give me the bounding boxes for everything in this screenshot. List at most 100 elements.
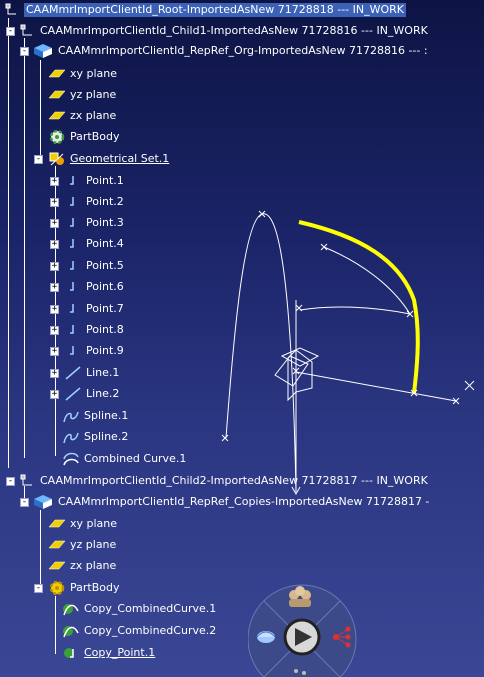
tree-node-label: zx plane: [70, 559, 117, 572]
expand-toggle[interactable]: +: [50, 305, 59, 314]
tree-node-point-2[interactable]: + Point.2: [48, 193, 124, 211]
tree-node-label: CAAMmrImportClientId_Root-ImportedAsNew …: [24, 3, 406, 17]
tree-node-geometrical-set[interactable]: - Geometrical Set.1: [32, 150, 169, 168]
axis-system-icon: [274, 347, 320, 402]
tree-node-repref-copies[interactable]: - CAAMmrImportClientId_RepRef_Copies-Imp…: [18, 493, 429, 511]
spline-icon: [62, 408, 80, 424]
expand-toggle[interactable]: +: [50, 240, 59, 249]
tree-node-point-4[interactable]: + Point.4: [48, 235, 124, 253]
spline-1-curve: [225, 213, 297, 493]
tree-node-point-8[interactable]: + Point.8: [48, 321, 124, 339]
tree-node-point-9[interactable]: + Point.9: [48, 342, 124, 360]
tree-node-label: Point.3: [86, 216, 124, 229]
collapse-toggle[interactable]: -: [34, 155, 43, 164]
tree-node-label: yz plane: [70, 538, 117, 551]
tree-node-combined-curve-1[interactable]: Combined Curve.1: [62, 450, 186, 468]
point-icon: [64, 322, 82, 338]
expand-toggle[interactable]: +: [50, 390, 59, 399]
point-marker: [295, 304, 303, 312]
tree-node-label: Point.7: [86, 302, 124, 315]
tree-node-copy-combinedcurve-2[interactable]: Copy_CombinedCurve.2: [62, 622, 216, 640]
tree-node-label: Point.8: [86, 323, 124, 336]
tree-node-point-1[interactable]: + Point.1: [48, 172, 124, 190]
collapse-toggle[interactable]: -: [20, 47, 29, 56]
tree-node-xy-plane-2[interactable]: xy plane: [48, 515, 117, 533]
product-icon: [2, 2, 20, 18]
tree-node-point-7[interactable]: + Point.7: [48, 300, 124, 318]
tree-node-label: Geometrical Set.1: [70, 152, 170, 165]
tree-node-label: Spline.1: [84, 409, 129, 422]
tree-node-xy-plane[interactable]: xy plane: [48, 65, 117, 83]
collapse-toggle[interactable]: -: [6, 27, 15, 36]
tree-node-label: PartBody: [70, 130, 120, 143]
tree-node-zx-plane[interactable]: zx plane: [48, 107, 116, 125]
point-icon: [64, 258, 82, 274]
tree-node-label: Point.1: [86, 174, 124, 187]
expand-toggle[interactable]: +: [50, 198, 59, 207]
tree-node-partbody[interactable]: PartBody: [48, 128, 119, 146]
plane-icon: [48, 66, 66, 82]
point-icon: [64, 279, 82, 295]
tree-node-label: Copy_CombinedCurve.2: [84, 624, 217, 637]
play-button: [283, 618, 321, 656]
tree-node-label: zx plane: [70, 109, 117, 122]
line-2-curve: [299, 306, 411, 315]
tree-node-child2[interactable]: - CAAMmrImportClientId_Child2-ImportedAs…: [2, 472, 428, 490]
combined-curve-icon: [62, 451, 80, 467]
point-marker: [464, 380, 475, 391]
geometrical-set-icon: [48, 151, 66, 167]
point-icon: [64, 173, 82, 189]
expand-toggle[interactable]: +: [50, 347, 59, 356]
tree-node-label: Point.6: [86, 280, 124, 293]
tree-node-copy-combinedcurve-1[interactable]: Copy_CombinedCurve.1: [62, 600, 216, 618]
tree-node-line-1[interactable]: + Line.1: [48, 364, 119, 382]
collapse-toggle[interactable]: -: [20, 498, 29, 507]
tree-node-partbody-2[interactable]: - PartBody: [32, 579, 119, 597]
copy-curve-icon: [62, 601, 80, 617]
tree-node-label: Point.2: [86, 195, 124, 208]
part-icon: [32, 43, 54, 59]
3d-viewport[interactable]: CAAMmrImportClientId_Root-ImportedAsNew …: [0, 0, 484, 677]
tree-node-repref-org[interactable]: - CAAMmrImportClientId_RepRef_Org-Import…: [18, 42, 428, 60]
tree-node-root[interactable]: CAAMmrImportClientId_Root-ImportedAsNew …: [2, 1, 406, 19]
tree-node-label: Line.1: [86, 366, 120, 379]
point-icon: [64, 215, 82, 231]
point-icon: [64, 194, 82, 210]
collapse-toggle[interactable]: -: [34, 584, 43, 593]
tree-node-label: yz plane: [70, 88, 117, 101]
plane-icon: [48, 516, 66, 532]
expand-toggle[interactable]: +: [50, 262, 59, 271]
point-marker: [221, 434, 229, 442]
tree-node-line-2[interactable]: + Line.2: [48, 385, 119, 403]
expand-toggle[interactable]: +: [50, 177, 59, 186]
tree-node-point-6[interactable]: + Point.6: [48, 278, 124, 296]
point-marker: [320, 243, 328, 251]
tree-node-point-5[interactable]: + Point.5: [48, 257, 124, 275]
tree-node-child1[interactable]: - CAAMmrImportClientId_Child1-ImportedAs…: [2, 22, 428, 40]
spline-icon: [62, 429, 80, 445]
tree-node-spline-1[interactable]: Spline.1: [62, 407, 128, 425]
collapse-toggle[interactable]: -: [6, 477, 15, 486]
tree-node-zx-plane-2[interactable]: zx plane: [48, 557, 116, 575]
tree-node-label: Combined Curve.1: [84, 452, 187, 465]
expand-toggle[interactable]: +: [50, 219, 59, 228]
partbody-gear-icon: [48, 129, 66, 145]
expand-toggle[interactable]: +: [50, 369, 59, 378]
copy-point-icon: [62, 645, 80, 661]
tree-node-yz-plane-2[interactable]: yz plane: [48, 536, 116, 554]
expand-toggle[interactable]: +: [50, 326, 59, 335]
line-icon: [64, 365, 82, 381]
globe-icon: [256, 631, 276, 643]
tree-node-label: CAAMmrImportClientId_RepRef_Copies-Impor…: [58, 495, 430, 508]
copy-curve-icon: [62, 623, 80, 639]
tree-node-point-3[interactable]: + Point.3: [48, 214, 124, 232]
tree-node-yz-plane[interactable]: yz plane: [48, 86, 116, 104]
expand-toggle[interactable]: +: [50, 283, 59, 292]
point-icon: [64, 343, 82, 359]
tree-node-label: CAAMmrImportClientId_Child2-ImportedAsNe…: [40, 474, 428, 487]
tree-node-spline-2[interactable]: Spline.2: [62, 428, 128, 446]
navigation-compass-icon[interactable]: [248, 577, 378, 677]
tree-node-copy-point-1[interactable]: Copy_Point.1: [62, 644, 155, 662]
point-icon: [64, 301, 82, 317]
point-icon: [64, 236, 82, 252]
